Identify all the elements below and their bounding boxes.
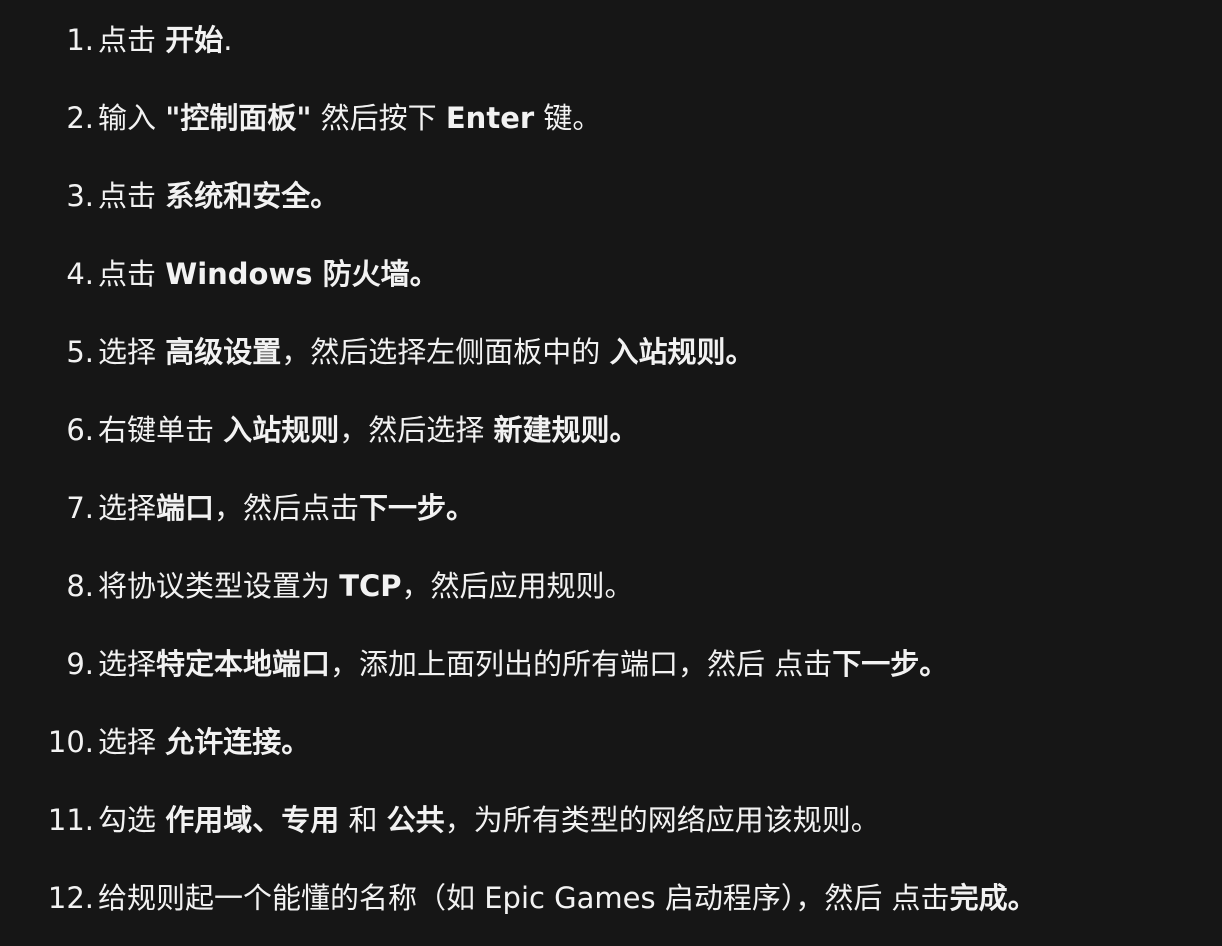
step-item: 9. 选择特定本地端口，添加上面列出的所有端口，然后 点击下一步。 <box>0 644 948 684</box>
step-text-bold: 特定本地端口 <box>156 647 331 681</box>
step-item: 2. 输入 "控制面板" 然后按下 Enter 键。 <box>0 98 601 138</box>
step-number: 1. <box>66 23 94 57</box>
step-text-plain: ，然后选择左侧面板中的 <box>281 335 610 369</box>
step-text-bold: Enter <box>445 101 535 135</box>
step-text: 选择端口，然后点击下一步。 <box>98 488 475 528</box>
step-number: 9. <box>66 647 94 681</box>
step-text-plain: 选择 <box>98 491 157 525</box>
step-text-plain: 然后按下 <box>311 101 446 135</box>
step-item: 7. 选择端口，然后点击下一步。 <box>0 488 475 528</box>
step-text-bold: TCP <box>339 569 402 603</box>
step-number: 12. <box>47 881 94 915</box>
step-text-bold: Windows 防火墙。 <box>165 257 439 291</box>
step-item: 3. 点击 系统和安全。 <box>0 176 339 216</box>
step-text-plain: . <box>223 23 233 57</box>
step-number: 3. <box>66 179 94 213</box>
step-number: 4. <box>66 257 94 291</box>
step-text-plain: 选择 <box>98 335 166 369</box>
step-item: 12. 给规则起一个能懂的名称（如 Epic Games 启动程序），然后 点击完… <box>0 878 1037 918</box>
step-number: 2. <box>66 101 94 135</box>
step-item: 5. 选择 高级设置，然后选择左侧面板中的 入站规则。 <box>0 332 754 372</box>
step-text-bold: 完成。 <box>949 881 1037 915</box>
step-text-bold: 下一步。 <box>832 647 949 681</box>
step-text-bold: 开始 <box>165 23 224 57</box>
step-text: 输入 "控制面板" 然后按下 Enter 键。 <box>98 98 601 138</box>
step-item: 6. 右键单击 入站规则，然后选择 新建规则。 <box>0 410 638 450</box>
step-number: 5. <box>66 335 94 369</box>
step-text-bold: 高级设置 <box>165 335 282 369</box>
step-text-bold: 入站规则 <box>223 413 340 447</box>
step-text-plain: ，然后应用规则。 <box>401 569 634 603</box>
step-text-plain: ，为所有类型的网络应用该规则。 <box>444 803 880 837</box>
step-text-bold: 新建规则。 <box>493 413 639 447</box>
step-text: 右键单击 入站规则，然后选择 新建规则。 <box>98 410 638 450</box>
step-text-plain: ，添加上面列出的所有端口，然后 点击 <box>330 647 833 681</box>
step-text-plain: 选择 <box>98 725 166 759</box>
step-text-plain: 右键单击 <box>98 413 224 447</box>
step-text-plain: 点击 <box>98 179 166 213</box>
step-text-bold: 端口 <box>156 491 215 525</box>
step-number: 8. <box>66 569 94 603</box>
step-text-plain: 键。 <box>534 101 602 135</box>
step-text-plain: 点击 <box>98 257 166 291</box>
step-number: 6. <box>66 413 94 447</box>
step-text: 勾选 作用域、专用 和 公共，为所有类型的网络应用该规则。 <box>98 800 880 840</box>
step-item: 8. 将协议类型设置为 TCP，然后应用规则。 <box>0 566 634 606</box>
step-text-plain: 点击 <box>98 23 166 57</box>
step-text: 选择 允许连接。 <box>98 722 310 762</box>
step-item: 11. 勾选 作用域、专用 和 公共，为所有类型的网络应用该规则。 <box>0 800 880 840</box>
step-text-bold: 作用域、专用 <box>165 803 340 837</box>
step-text-plain: 勾选 <box>98 803 166 837</box>
step-text: 选择 高级设置，然后选择左侧面板中的 入站规则。 <box>98 332 754 372</box>
step-text-plain: 和 <box>339 803 387 837</box>
step-text-bold: 公共 <box>386 803 445 837</box>
step-text: 点击 系统和安全。 <box>98 176 339 216</box>
step-text: 选择特定本地端口，添加上面列出的所有端口，然后 点击下一步。 <box>98 644 948 684</box>
step-item: 4. 点击 Windows 防火墙。 <box>0 254 439 294</box>
step-text-plain: ，然后选择 <box>339 413 494 447</box>
step-text-plain: 给规则起一个能懂的名称（如 Epic Games 启动程序），然后 点击 <box>98 881 950 915</box>
step-text-bold: 系统和安全。 <box>165 179 340 213</box>
step-text-plain: 选择 <box>98 647 157 681</box>
step-text: 将协议类型设置为 TCP，然后应用规则。 <box>98 566 634 606</box>
step-text-plain: 输入 <box>98 101 166 135</box>
step-text-plain: ，然后点击 <box>214 491 360 525</box>
step-text: 点击 Windows 防火墙。 <box>98 254 439 294</box>
step-text-bold: 入站规则。 <box>609 335 755 369</box>
step-item: 10. 选择 允许连接。 <box>0 722 310 762</box>
step-text-plain: 将协议类型设置为 <box>98 569 340 603</box>
step-number: 10. <box>47 725 94 759</box>
step-text-bold: "控制面板" <box>165 101 312 135</box>
step-text-bold: 下一步。 <box>359 491 476 525</box>
step-number: 11. <box>47 803 94 837</box>
step-item: 1. 点击 开始. <box>0 20 232 60</box>
step-text-bold: 允许连接。 <box>165 725 311 759</box>
step-number: 7. <box>66 491 94 525</box>
step-text: 给规则起一个能懂的名称（如 Epic Games 启动程序），然后 点击完成。 <box>98 878 1037 918</box>
step-text: 点击 开始. <box>98 20 232 60</box>
